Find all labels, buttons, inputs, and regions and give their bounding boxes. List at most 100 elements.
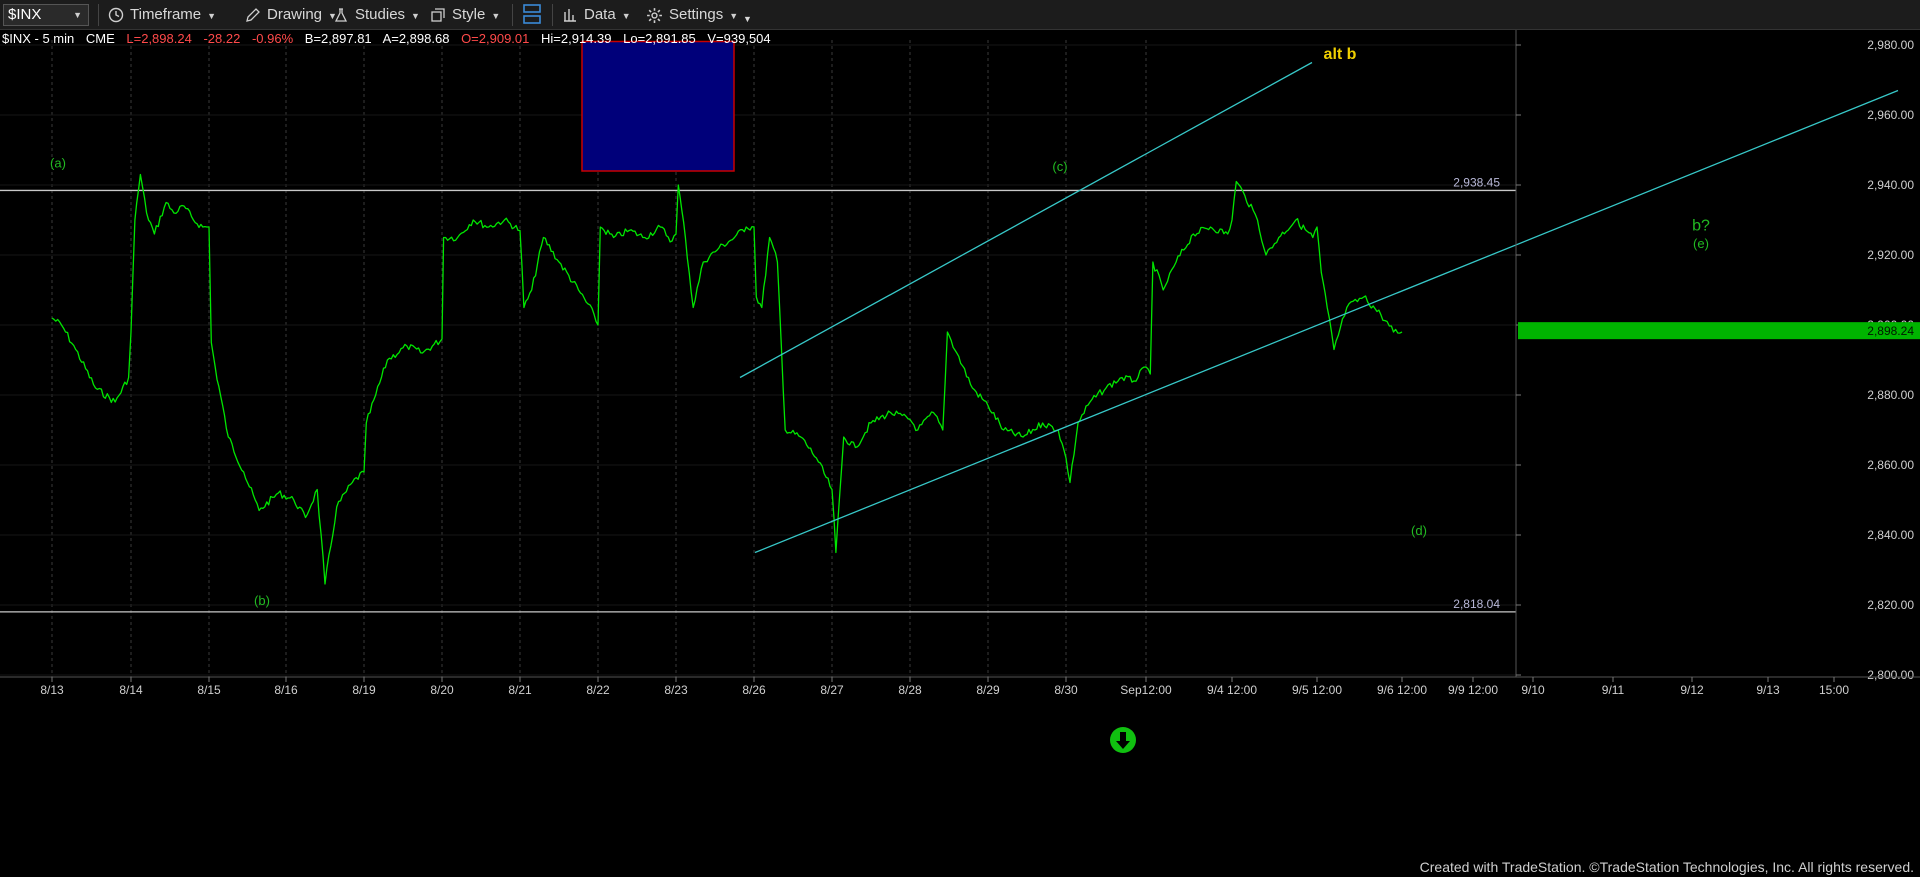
x-tick-label: 8/16	[274, 683, 298, 697]
y-tick-label: 2,920.00	[1867, 248, 1914, 262]
info-high: Hi=2,914.39	[541, 31, 612, 46]
x-tick-label: 8/15	[197, 683, 221, 697]
gear-icon	[647, 7, 662, 23]
layout-button[interactable]	[522, 3, 542, 25]
wave-label: b?	[1692, 218, 1710, 235]
clock-icon	[108, 7, 124, 23]
x-tick-label: 8/23	[664, 683, 688, 697]
y-tick-label: 2,960.00	[1867, 108, 1914, 122]
toolbar-overflow-icon[interactable]: ▼	[743, 8, 752, 30]
horizontal-level-label: 2,938.45	[1453, 175, 1500, 189]
x-tick-label: 9/12	[1680, 683, 1704, 697]
chevron-down-icon[interactable]: ▼	[73, 5, 82, 25]
x-tick-label: 8/28	[898, 683, 922, 697]
pencil-icon	[246, 8, 260, 22]
toolbar-divider	[552, 4, 553, 26]
info-exchange: CME	[85, 31, 115, 46]
info-volume: V=939,504	[707, 31, 771, 46]
grid	[0, 40, 1516, 677]
x-tick-label: 8/26	[742, 683, 766, 697]
x-tick-label: 8/30	[1054, 683, 1078, 697]
highlight-box	[581, 40, 735, 172]
timeframe-label: Timeframe	[130, 6, 202, 23]
info-bid: B=2,897.81	[304, 31, 372, 46]
x-tick-label: Sep12:00	[1120, 683, 1172, 697]
y-tick-label: 2,880.00	[1867, 388, 1914, 402]
style-label: Style	[452, 6, 486, 23]
x-tick-label: 15:00	[1819, 683, 1849, 697]
last-price-flag	[1518, 322, 1920, 340]
horizontal-lines: 2,938.45 2,818.04	[0, 175, 1516, 613]
data-button[interactable]: Data ▼	[562, 4, 631, 26]
bar-chart-icon	[564, 9, 576, 22]
x-tick-label: 8/13	[40, 683, 64, 697]
x-tick-label: 9/4 12:00	[1207, 683, 1257, 697]
style-icon	[431, 8, 445, 22]
wave-label: (a)	[50, 156, 66, 171]
symbol-selector[interactable]: $INX ▼	[3, 4, 89, 26]
horizontal-level-label: 2,818.04	[1453, 597, 1500, 611]
price-line	[51, 173, 1403, 585]
info-last: L=2,898.24	[126, 31, 192, 46]
drawing-button[interactable]: Drawing ▼	[245, 4, 337, 26]
wave-label: (d)	[1411, 523, 1427, 538]
wave-label: (b)	[254, 593, 270, 608]
wave-label: (c)	[1052, 159, 1067, 174]
timeframe-button[interactable]: Timeframe ▼	[108, 4, 216, 26]
info-open: O=2,909.01	[461, 31, 530, 46]
annotations: (a) (b) (c) (d) (e)b? alt b	[50, 46, 1710, 753]
toolbar: $INX ▼ Timeframe ▼ Drawing ▼ Studies ▼ Styl…	[0, 0, 1920, 30]
x-tick-label: 9/10	[1521, 683, 1545, 697]
x-tick-label: 9/9 12:00	[1448, 683, 1498, 697]
chevron-down-icon[interactable]: ▼	[622, 11, 631, 21]
x-tick-label: 9/13	[1756, 683, 1780, 697]
chevron-down-icon[interactable]: ▼	[411, 11, 420, 21]
y-tick-label: 2,860.00	[1867, 458, 1914, 472]
wave-label: (e)	[1693, 236, 1709, 251]
settings-button[interactable]: Settings ▼	[646, 4, 738, 26]
chevron-down-icon[interactable]: ▼	[207, 11, 216, 21]
chevron-down-icon[interactable]: ▼	[729, 11, 738, 21]
toolbar-divider	[512, 4, 513, 26]
x-tick-label: 8/29	[976, 683, 1000, 697]
last-price-label: 2,898.24	[1867, 324, 1914, 338]
symbol-info-bar: $INX - 5 min CME L=2,898.24 -28.22 -0.96…	[2, 31, 779, 46]
y-tick-label: 2,800.00	[1867, 668, 1914, 682]
channel-trendline	[739, 61, 1313, 379]
toolbar-divider	[98, 4, 99, 26]
axes: 2,800.00 2,820.00 2,840.00 2,860.00 2,880.00…	[0, 30, 1920, 697]
x-tick-label: 8/20	[430, 683, 454, 697]
info-ask: A=2,898.68	[382, 31, 450, 46]
info-symbol: $INX - 5 min	[2, 31, 75, 46]
x-tick-label: 9/5 12:00	[1292, 683, 1342, 697]
y-tick-label: 2,940.00	[1867, 178, 1914, 192]
x-tick-label: 8/14	[119, 683, 143, 697]
settings-label: Settings	[669, 6, 724, 23]
chart-area[interactable]: 2,938.45 2,818.04 (a) (b) (c) (d) (e) b? alt b …	[0, 30, 1920, 877]
target-zone-box	[581, 40, 735, 172]
x-tick-label: 8/27	[820, 683, 844, 697]
channel-trendline	[754, 89, 1899, 554]
symbol-value: $INX	[8, 6, 42, 23]
y-tick-label: 2,840.00	[1867, 528, 1914, 542]
x-tick-label: 8/19	[352, 683, 376, 697]
x-tick-label: 8/21	[508, 683, 532, 697]
studies-button[interactable]: Studies ▼	[333, 4, 420, 26]
y-tick-label: 2,980.00	[1867, 38, 1914, 52]
x-tick-label: 9/11	[1602, 683, 1625, 697]
channel-lines	[739, 61, 1899, 554]
footer-credit: Created with TradeStation. ©TradeStation…	[1419, 859, 1914, 875]
y-tick-label: 2,820.00	[1867, 598, 1914, 612]
price-chart[interactable]: 2,938.452,818.04 (a)(b)(c)(d)(e)b?alt b …	[0, 30, 1920, 877]
alt-b-label: alt b	[1324, 46, 1357, 63]
price-series	[51, 173, 1403, 585]
info-pct: -0.96%	[251, 31, 294, 46]
flask-icon	[334, 8, 348, 22]
x-tick-label: 9/6 12:00	[1377, 683, 1427, 697]
chevron-down-icon[interactable]: ▼	[491, 11, 500, 21]
studies-label: Studies	[355, 6, 406, 23]
style-button[interactable]: Style ▼	[430, 4, 500, 26]
drawing-label: Drawing	[267, 6, 323, 23]
x-tick-label: 8/22	[586, 683, 610, 697]
info-change: -28.22	[203, 31, 241, 46]
